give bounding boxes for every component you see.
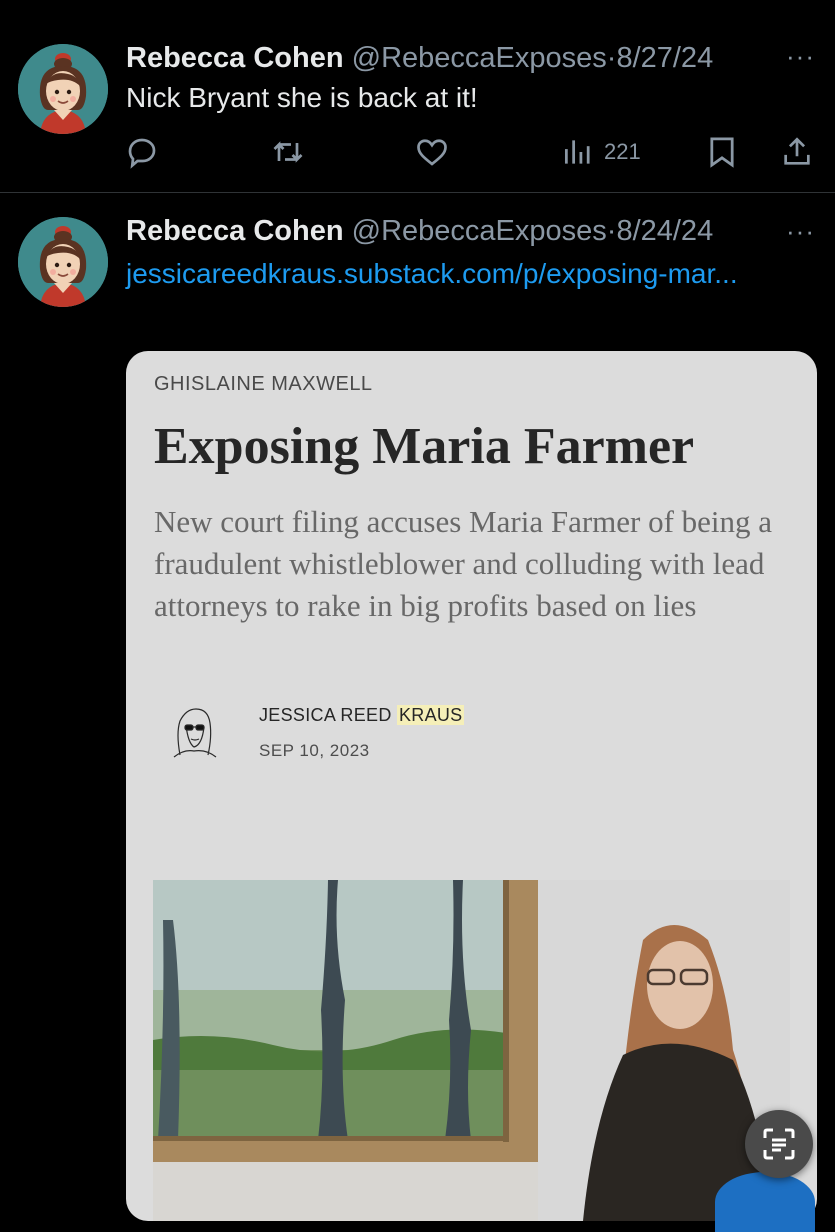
article-section: GHISLAINE MAXWELL [154, 373, 373, 395]
author-first: JESSICA REED [259, 705, 392, 725]
tweet-1[interactable]: Rebecca Cohen @RebeccaExposes·8/27/24 ··… [0, 0, 835, 192]
avatar[interactable] [18, 217, 108, 307]
tweet-header: Rebecca Cohen @RebeccaExposes·8/24/24 [126, 213, 713, 249]
author-handle[interactable]: @RebeccaExposes [352, 215, 607, 247]
avatar-illustration [18, 217, 108, 307]
like-icon[interactable] [414, 134, 450, 170]
author-handle[interactable]: @RebeccaExposes [352, 42, 607, 74]
avatar-illustration [18, 44, 108, 134]
separator-dot: · [606, 42, 617, 74]
article-author: JESSICA REED KRAUS [259, 705, 465, 726]
views-icon[interactable] [562, 134, 594, 170]
bookmark-icon[interactable] [706, 134, 738, 170]
link-preview-card[interactable]: GHISLAINE MAXWELL Exposing Maria Farmer … [126, 351, 817, 1221]
share-icon[interactable] [780, 134, 814, 170]
tweet-link[interactable]: jessicareedkraus.substack.com/p/exposing… [126, 255, 766, 293]
article-subtitle: New court filing accuses Maria Farmer of… [154, 504, 773, 623]
author-sketch-icon [166, 703, 222, 759]
author-name[interactable]: Rebecca Cohen [126, 42, 344, 74]
tweet-text: Nick Bryant she is back at it! [126, 82, 478, 113]
tweet-header: Rebecca Cohen @RebeccaExposes·8/27/24 [126, 40, 713, 76]
more-icon[interactable]: ··· [786, 43, 815, 69]
separator-dot: · [606, 215, 617, 247]
article-date: SEP 10, 2023 [259, 741, 370, 760]
avatar[interactable] [18, 44, 108, 134]
views-count: 221 [604, 139, 641, 164]
floating-compose-button[interactable] [715, 1172, 815, 1232]
reply-icon[interactable] [124, 134, 160, 170]
tweet-date[interactable]: 8/24/24 [616, 215, 713, 247]
author-last-highlight: KRAUS [396, 705, 465, 725]
more-icon[interactable]: ··· [786, 218, 815, 244]
tweet-2[interactable]: Rebecca Cohen @RebeccaExposes·8/24/24 je… [0, 193, 835, 1221]
author-name[interactable]: Rebecca Cohen [126, 215, 344, 247]
retweet-icon[interactable] [270, 134, 306, 170]
text-scan-icon[interactable] [745, 1110, 813, 1178]
article-photo [153, 880, 790, 1221]
tweet-actions: 221 [0, 134, 835, 174]
tweet-date[interactable]: 8/27/24 [616, 42, 713, 74]
article-title: Exposing Maria Farmer [154, 418, 695, 475]
